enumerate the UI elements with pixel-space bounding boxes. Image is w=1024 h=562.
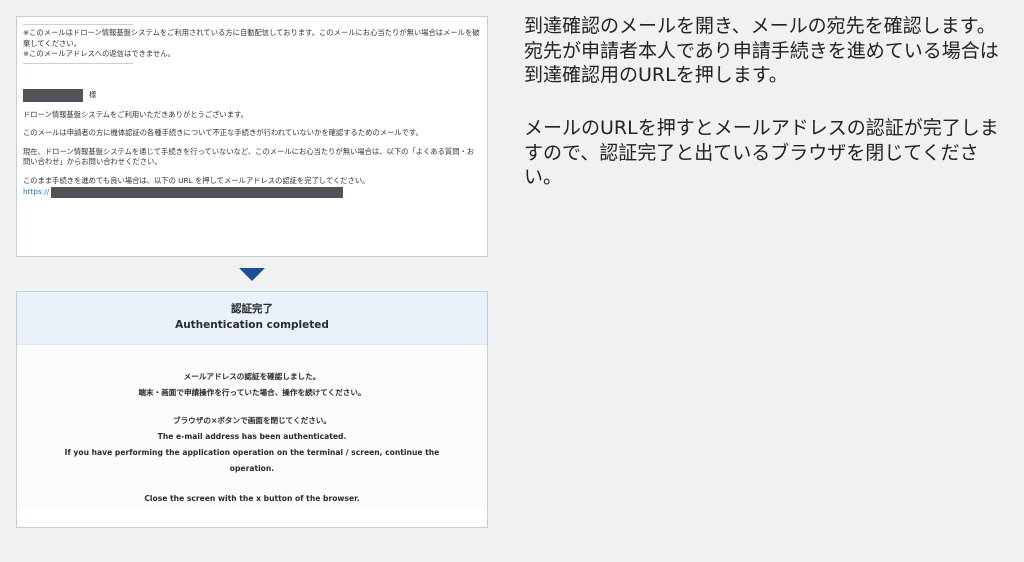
divider [23, 62, 133, 64]
recipient-line: 様 [23, 88, 481, 102]
instructions: 到達確認のメールを開き、メールの宛先を確認します。宛先が申請者本人であり申請手続… [524, 14, 1008, 218]
auth-title-ja: 認証完了 [231, 303, 273, 315]
auth-confirmed-ja: メールアドレスの認証を確認しました。 [183, 372, 321, 381]
divider [23, 24, 133, 25]
email-notice-no-reply: ※このメールアドレスへの返信はできません。 [23, 49, 175, 59]
redacted-url[interactable] [51, 186, 344, 198]
instruction-step-2: メールのURLを押すとメールアドレスの認証が完了しますので、認証完了と出ているブ… [524, 117, 999, 189]
email-preview: ※このメールはドローン情報基盤システムをご利用されている方に自動配信しております… [16, 16, 488, 257]
email-contact: 現在、ドローン情報基盤システムを通じて手続きを行っていないなど、このメールにお心… [23, 146, 475, 167]
auth-continue-ja: 端末・画面で申請操作を行っていた場合、操作を続けてください。 [138, 387, 366, 397]
url-prefix[interactable]: https:// [23, 187, 49, 198]
auth-complete-page: 認証完了 Authentication completed メールアドレスの認証… [16, 291, 488, 528]
instruction-step-1: 到達確認のメールを開き、メールの宛先を確認します。宛先が申請者本人であり申請手続… [524, 15, 999, 87]
arrow-down-icon [239, 268, 265, 281]
auth-continue-en: If you have performing the application o… [64, 447, 440, 457]
redacted-name [23, 88, 83, 102]
email-continue: このまま手続きを進めても良い場合は、以下の URL を押してメールアドレスの認証… [23, 176, 370, 186]
auth-close-ja: ブラウザの×ボタンで画面を閉じてください。 [172, 415, 331, 425]
email-purpose: このメールは申請者の方に機体認証の各種手続きについて不正な手続きが行われていない… [23, 128, 423, 138]
auth-title-en: Authentication completed [175, 319, 329, 332]
email-greeting: ドローン情報基盤システムをご利用いただきありがとうございます。 [23, 109, 248, 119]
auth-body: メールアドレスの認証を確認しました。 端末・画面で申請操作を行っていた場合、操作… [17, 345, 487, 507]
honorific: 様 [89, 89, 97, 99]
auth-header: 認証完了 Authentication completed [17, 292, 487, 345]
verification-link[interactable]: https:// [23, 186, 481, 198]
auth-close-en: Close the screen with the x button of th… [144, 493, 360, 503]
auth-continue-en-2: operation. [229, 463, 275, 473]
email-notice-auto: ※このメールはドローン情報基盤システムをご利用されている方に自動配信しております… [23, 28, 480, 48]
auth-confirmed-en: The e-mail address has been authenticate… [157, 431, 347, 441]
